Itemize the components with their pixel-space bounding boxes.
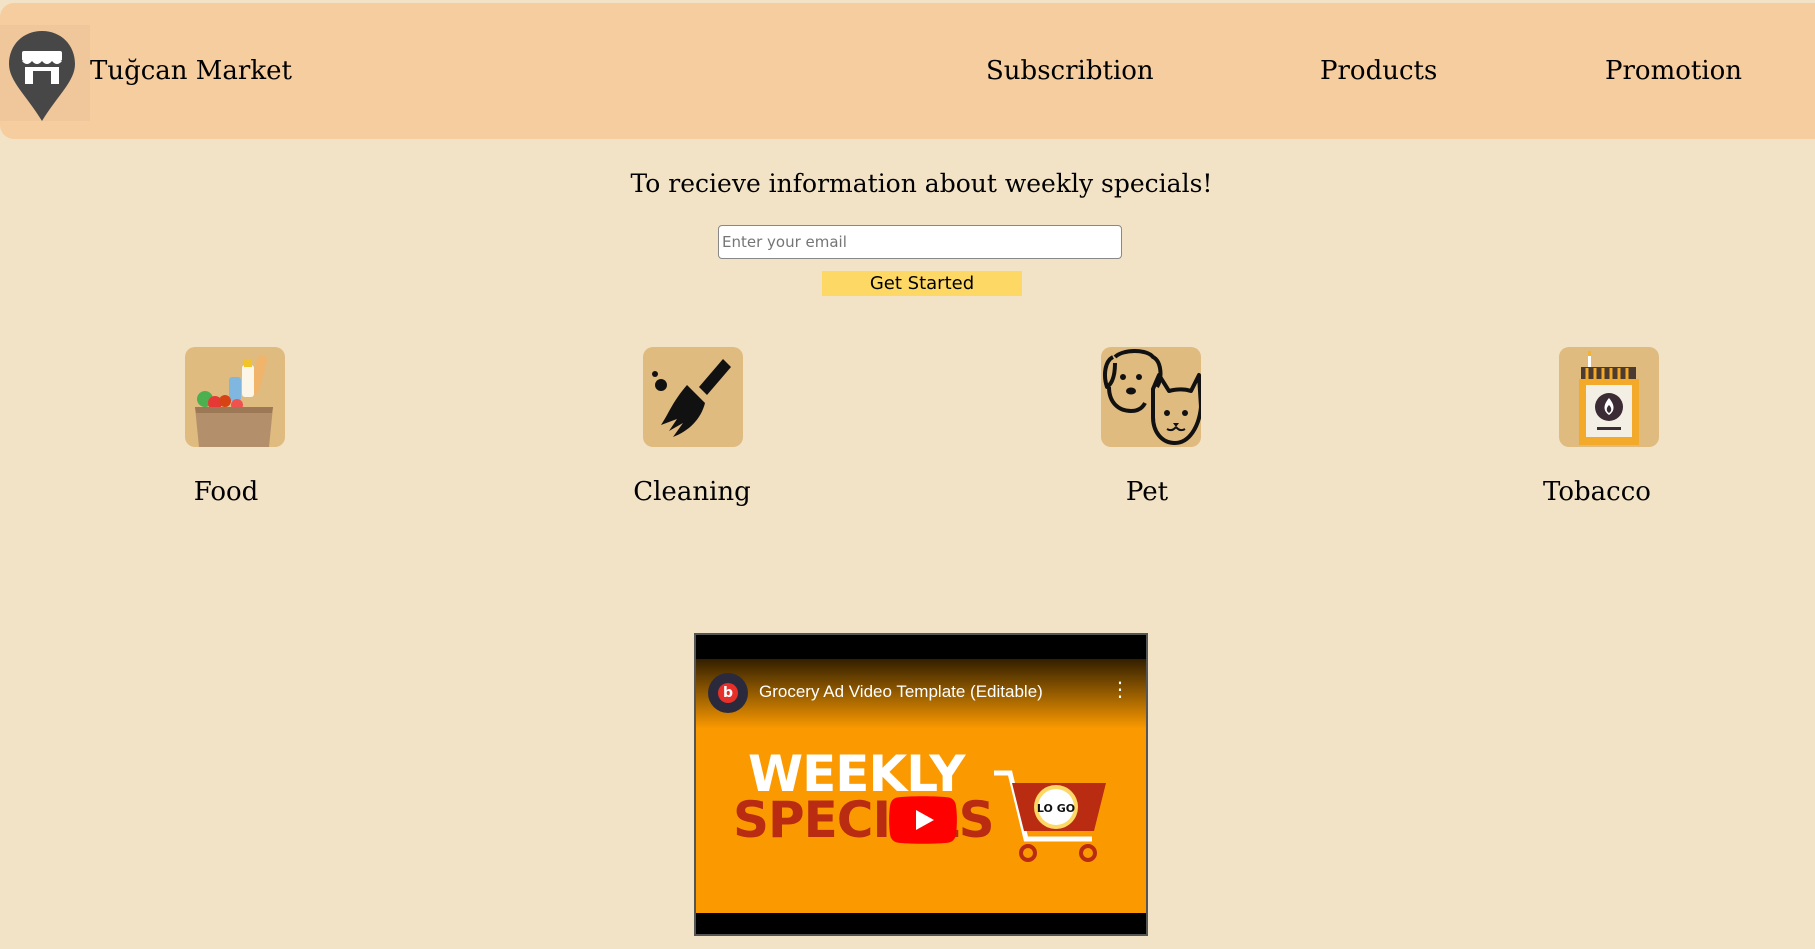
category-tobacco-label[interactable]: Tobacco (1543, 477, 1651, 507)
thumbnail-logo-text: LO GO (1037, 802, 1075, 815)
video-bottom-bar (696, 913, 1146, 934)
brand-name[interactable]: Tuğcan Market (90, 56, 292, 86)
video-thumbnail[interactable]: WEEKLY SPECIALS LO GO b Grocery Ad Video… (696, 659, 1146, 913)
category-food-label[interactable]: Food (194, 477, 259, 507)
category-pet-label[interactable]: Pet (1126, 477, 1168, 507)
video-title[interactable]: Grocery Ad Video Template (Editable) (759, 682, 1043, 702)
shopping-cart-icon: LO GO (994, 770, 1106, 862)
category-tobacco-tile[interactable] (1559, 347, 1659, 447)
logo[interactable] (0, 25, 90, 121)
nav-promotion[interactable]: Promotion (1605, 56, 1742, 86)
nav-subscription[interactable]: Subscribtion (986, 56, 1154, 86)
category-food-tile[interactable] (185, 347, 285, 447)
video-player[interactable]: WEEKLY SPECIALS LO GO b Grocery Ad Video… (694, 633, 1148, 936)
header: Tuğcan Market Subscribtion Products Prom… (0, 3, 1815, 139)
dog-cat-icon (1103, 349, 1201, 445)
channel-logo: b (718, 683, 738, 703)
get-started-button[interactable]: Get Started (822, 271, 1022, 296)
cigarette-pack-icon (1579, 351, 1639, 445)
email-field[interactable] (718, 225, 1122, 259)
category-cleaning-tile[interactable] (643, 347, 743, 447)
page: Tuğcan Market Subscribtion Products Prom… (0, 0, 1815, 949)
category-pet-tile[interactable] (1101, 347, 1201, 447)
category-cleaning-label[interactable]: Cleaning (633, 477, 751, 507)
play-button-icon[interactable] (889, 796, 957, 844)
nav-products[interactable]: Products (1320, 56, 1437, 86)
subscribe-title: To recieve information about weekly spec… (630, 169, 1213, 198)
broom-icon (652, 359, 731, 437)
store-pin-icon (9, 31, 75, 121)
grocery-bag-icon (195, 355, 273, 447)
channel-avatar[interactable]: b (708, 673, 748, 713)
more-options-icon[interactable]: ⋮ (1110, 677, 1130, 701)
